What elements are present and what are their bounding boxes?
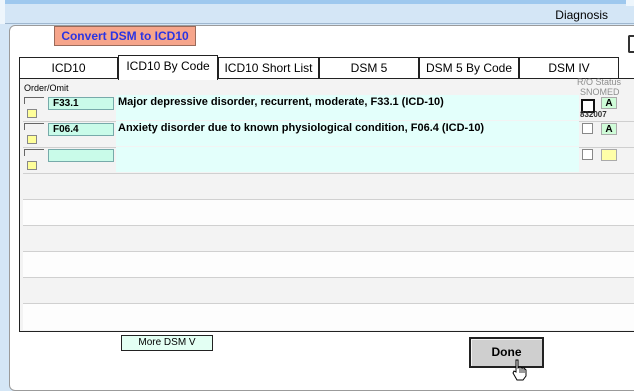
description-field[interactable]: Major depressive disorder, recurrent, mo…	[116, 95, 579, 120]
empty-grid-row	[23, 303, 634, 330]
code-field[interactable]: F33.1	[48, 97, 114, 110]
tab-dsm-iv[interactable]: DSM IV	[519, 57, 619, 79]
status-field[interactable]: A	[601, 97, 617, 109]
empty-grid-row	[23, 199, 634, 225]
convert-dsm-to-icd10-button[interactable]: Convert DSM to ICD10	[54, 26, 196, 46]
code-field[interactable]	[48, 149, 114, 162]
done-button[interactable]: Done	[469, 337, 544, 368]
description-field[interactable]	[116, 147, 579, 172]
window-title: Diagnosis	[555, 8, 608, 22]
order-field[interactable]	[24, 97, 44, 104]
status-field[interactable]: A	[601, 123, 617, 135]
omit-checkbox[interactable]	[27, 161, 37, 170]
diagnosis-row: F06.4 Anxiety disorder due to known phys…	[23, 121, 634, 146]
order-omit-header: Order/Omit	[24, 83, 69, 93]
omit-checkbox[interactable]	[27, 135, 37, 144]
order-field[interactable]	[24, 149, 44, 156]
diagnosis-row: F33.1 Major depressive disorder, recurre…	[23, 95, 634, 120]
snomed-code: 832007	[580, 110, 607, 119]
tab-icd10-short-list[interactable]: ICD10 Short List	[218, 57, 319, 79]
more-dsm-v-button[interactable]: More DSM V	[121, 335, 213, 351]
title-bar-left-corner	[0, 0, 5, 24]
tab-icd10-by-code[interactable]: ICD10 By Code	[118, 55, 218, 80]
hand-cursor-icon	[512, 359, 527, 381]
rule-out-checkbox[interactable]	[582, 149, 593, 160]
tab-icd10[interactable]: ICD10	[19, 57, 118, 79]
order-field[interactable]	[24, 123, 44, 130]
ro-status-header: R/O Status	[577, 78, 621, 87]
tab-dsm5-by-code[interactable]: DSM 5 By Code	[419, 57, 519, 79]
edge-button[interactable]	[628, 35, 634, 53]
empty-grid-row	[23, 277, 634, 303]
status-header: Status	[595, 77, 622, 87]
description-field[interactable]: Anxiety disorder due to known physiologi…	[116, 121, 579, 146]
tab-bar: ICD10 ICD10 By Code ICD10 Short List DSM…	[19, 55, 634, 80]
title-bar-right-corner	[626, 0, 634, 6]
empty-grid-row	[23, 173, 634, 199]
diagnosis-row	[23, 147, 634, 172]
omit-checkbox[interactable]	[27, 109, 37, 118]
ro-header: R/O	[577, 77, 594, 87]
rule-out-checkbox[interactable]	[582, 123, 593, 134]
title-bar	[0, 0, 634, 24]
code-field[interactable]: F06.4	[48, 123, 114, 136]
status-field[interactable]	[601, 149, 617, 161]
empty-grid-row	[23, 251, 634, 277]
empty-grid-row	[23, 225, 634, 251]
tab-dsm5[interactable]: DSM 5	[319, 57, 419, 79]
